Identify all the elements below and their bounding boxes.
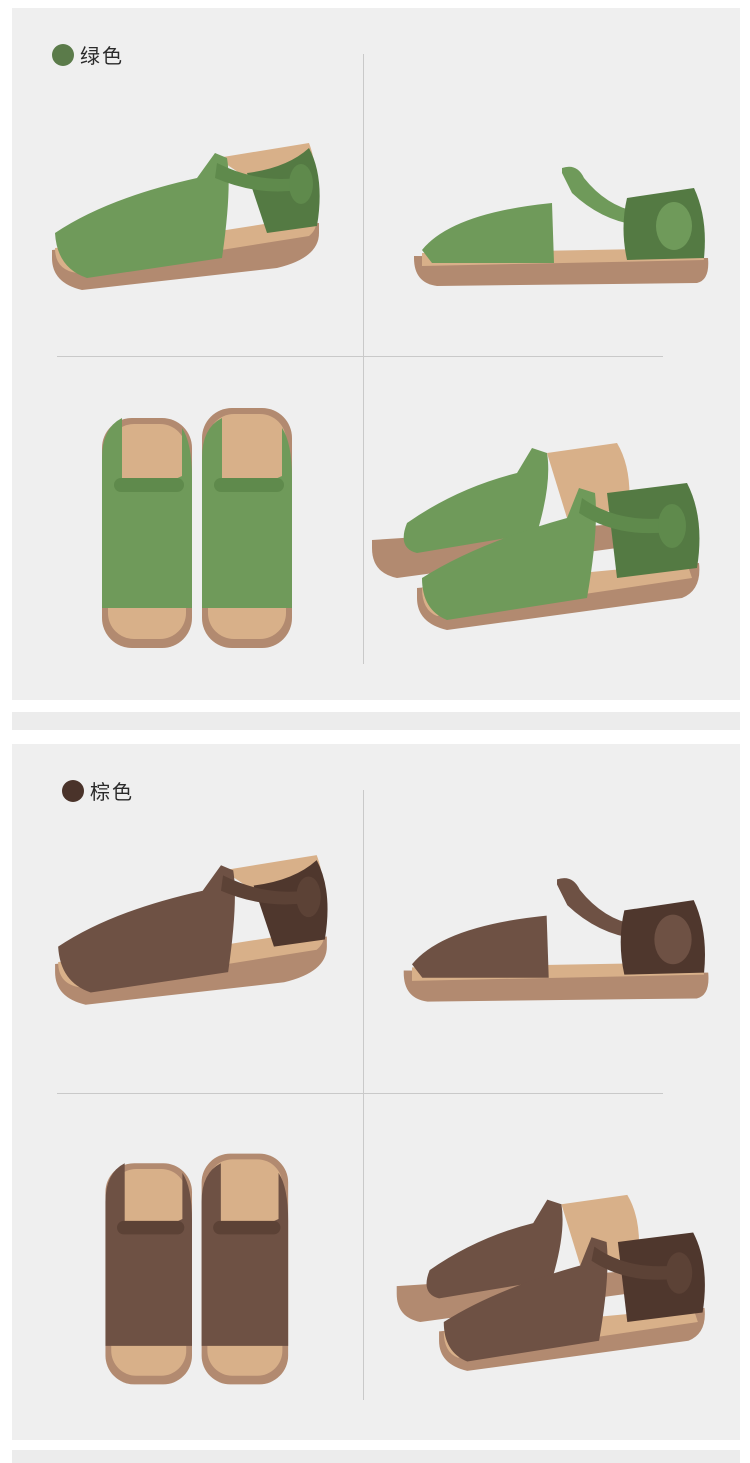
sandal-photo-side-angle: [50, 849, 335, 1024]
sandal-photo-profile: [397, 869, 717, 1014]
color-panel-green: 绿色: [12, 8, 740, 700]
grid-divider-vertical: [363, 54, 364, 664]
color-panel-brown: 棕色: [12, 744, 740, 1440]
color-swatch-dot: [62, 779, 84, 802]
section-divider: [12, 1450, 740, 1463]
color-label-text: 绿色: [80, 44, 124, 68]
color-swatch-dot: [52, 43, 74, 66]
sandal-photo-pair-angle: [392, 1189, 712, 1389]
sandal-photo-top-view: [92, 398, 292, 658]
grid-divider-vertical: [363, 790, 364, 1400]
sandal-photo-side-angle: [47, 138, 327, 308]
color-label: 棕色: [62, 776, 134, 805]
section-divider: [12, 712, 740, 730]
sandal-photo-profile: [412, 158, 712, 298]
sandal-photo-pair-angle: [367, 438, 707, 648]
color-label: 绿色: [52, 40, 124, 69]
grid-divider-horizontal: [57, 356, 663, 357]
grid-divider-horizontal: [57, 1093, 663, 1094]
sandal-photo-top-view: [92, 1144, 292, 1394]
color-label-text: 棕色: [90, 780, 134, 804]
